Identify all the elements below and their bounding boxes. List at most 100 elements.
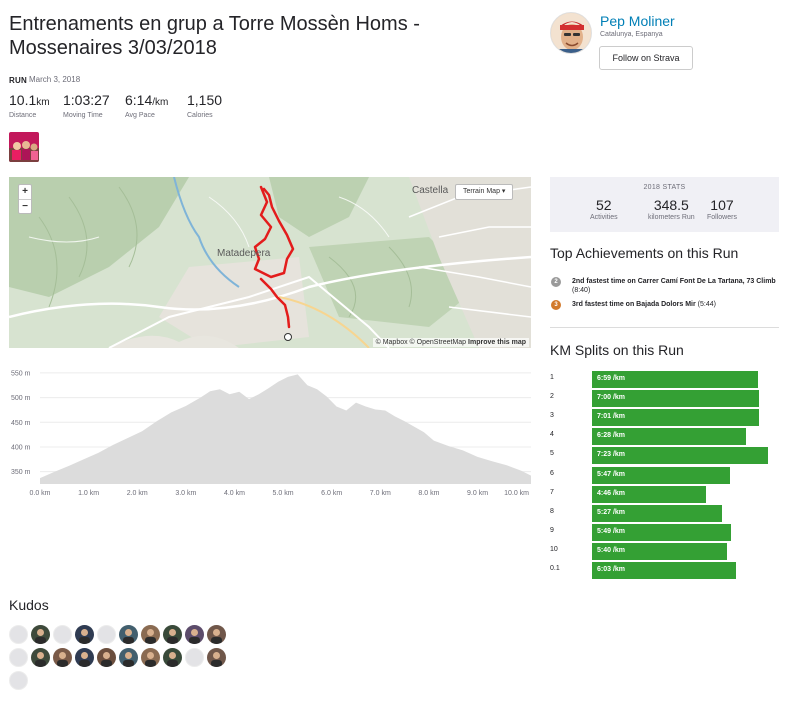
elevation-area — [40, 374, 531, 484]
x-tick-label: 6.0 km — [321, 490, 342, 497]
kudo-avatar[interactable] — [207, 625, 226, 644]
splits-title: KM Splits on this Run — [550, 342, 684, 358]
zoom-in-button[interactable]: + — [19, 185, 31, 199]
split-row: 7 4:46 /km — [550, 485, 779, 503]
zoom-controls: + − — [18, 184, 32, 214]
kudo-avatar[interactable] — [31, 625, 50, 644]
achievement-time: (5:44) — [697, 301, 716, 308]
kudo-avatar[interactable] — [97, 648, 116, 667]
split-pace: 7:23 /km — [597, 451, 626, 459]
athlete-avatar[interactable] — [550, 12, 592, 54]
split-row: 8 5:27 /km — [550, 504, 779, 522]
athlete-location: Catalunya, Espanya — [600, 31, 663, 38]
kudo-avatar[interactable] — [53, 648, 72, 667]
terrain-map-dropdown[interactable]: Terrain Map ▾ — [455, 184, 514, 200]
split-pace: 5:49 /km — [597, 527, 626, 535]
y-tick-label: 350 m — [11, 469, 31, 476]
split-km: 2 — [550, 393, 554, 401]
kudo-avatar[interactable] — [141, 625, 160, 644]
x-tick-label: 1.0 km — [78, 490, 99, 497]
stat-value: 10.1 — [9, 92, 37, 108]
stat-label: Avg Pace — [125, 112, 155, 119]
year-stat-followers: 107 Followers — [707, 197, 737, 221]
athlete-name-link[interactable]: Pep Moliner — [600, 13, 675, 29]
kudo-avatar[interactable] — [119, 648, 138, 667]
split-km: 0.1 — [550, 565, 560, 572]
achievements-title: Top Achievements on this Run — [550, 245, 739, 261]
kudo-avatar[interactable] — [119, 625, 138, 644]
kudo-avatar[interactable] — [9, 625, 28, 644]
y-tick-label: 550 m — [11, 370, 31, 377]
split-pace: 6:28 /km — [597, 432, 626, 440]
activity-date: March 3, 2018 — [29, 75, 81, 84]
x-tick-label: 10.0 km — [504, 490, 529, 497]
split-km: 8 — [550, 507, 554, 515]
x-tick-label: 0.0 km — [29, 490, 50, 497]
split-km: 10 — [550, 545, 558, 553]
kudo-avatar[interactable] — [9, 648, 28, 667]
achievement-text[interactable]: 3rd fastest time on Bajada Dolors Mir — [572, 301, 696, 308]
split-row: 9 5:49 /km — [550, 523, 779, 541]
kudo-avatar[interactable] — [141, 648, 160, 667]
kudo-avatar[interactable] — [185, 648, 204, 667]
stat-label: Distance — [9, 112, 37, 119]
y-tick-label: 450 m — [11, 420, 31, 427]
stat-avg-pace: 6:14/km Avg Pace — [125, 92, 168, 119]
kudo-avatar[interactable] — [75, 625, 94, 644]
zoom-out-button[interactable]: − — [19, 199, 31, 213]
split-pace: 6:03 /km — [597, 566, 626, 573]
elevation-chart[interactable]: 350 m 400 m 450 m 500 m 550 m 0.0 km 1.0 km 2.0… — [9, 362, 533, 500]
split-pace: 7:01 /km — [597, 413, 626, 421]
kudo-avatar[interactable] — [75, 648, 94, 667]
split-row: 4 6:28 /km — [550, 428, 779, 446]
x-tick-label: 3.0 km — [175, 490, 196, 497]
stat-moving-time: 1:03:27 Moving Time — [63, 92, 110, 119]
x-tick-label: 9.0 km — [467, 490, 488, 497]
split-km: 1 — [550, 374, 554, 381]
caret-down-icon: ▾ — [501, 188, 506, 195]
year-stats-card: 2018 STATS 52 Activities 348.5 kilometer… — [550, 177, 779, 232]
kudo-avatar[interactable] — [9, 671, 28, 690]
follow-button[interactable]: Follow on Strava — [599, 46, 693, 70]
split-km: 7 — [550, 488, 554, 496]
stat-label: Moving Time — [63, 112, 103, 119]
terrain-map-label: Terrain Map — [463, 188, 500, 195]
activity-photo[interactable] — [9, 132, 39, 162]
silver-medal-icon: 2 — [551, 277, 561, 287]
kudo-avatar[interactable] — [163, 648, 182, 667]
split-pace: 5:40 /km — [597, 546, 626, 554]
x-tick-label: 4.0 km — [224, 490, 245, 497]
route-map[interactable]: Castella Matadepera + − Terrain Map ▾ © … — [9, 177, 531, 348]
year-stat-value: 348.5 — [653, 197, 689, 213]
y-tick-label: 500 m — [11, 395, 31, 402]
year-stat-label: Followers — [707, 214, 737, 221]
kudo-avatar[interactable] — [53, 625, 72, 644]
split-row: 5 7:23 /km — [550, 447, 779, 465]
split-row: 1 6:59 /km — [550, 371, 779, 388]
kudo-avatar[interactable] — [97, 625, 116, 644]
activity-title: Entrenaments en grup a Torre Mossèn Homs… — [9, 13, 420, 59]
year-stat-label: kilometers Run — [648, 214, 695, 221]
year-stat-distance: 348.5 kilometers Run — [648, 197, 695, 221]
kudo-avatar[interactable] — [31, 648, 50, 667]
kudo-avatar[interactable] — [207, 648, 226, 667]
achievement-time: (8:40) — [572, 287, 591, 294]
year-stat-value: 107 — [710, 197, 734, 213]
achievement-text[interactable]: 2nd fastest time on Carrer Camí Font De … — [572, 278, 776, 285]
year-stat-label: Activities — [590, 214, 618, 221]
split-pace: 6:59 /km — [597, 375, 626, 382]
split-row: 0.1 6:03 /km — [550, 562, 779, 579]
x-tick-label: 8.0 km — [418, 490, 439, 497]
bronze-medal-icon: 3 — [551, 300, 561, 310]
kudo-avatar[interactable] — [185, 625, 204, 644]
map-terrain — [9, 177, 531, 348]
split-km: 4 — [550, 431, 554, 439]
stat-value: 6:14 — [125, 92, 153, 108]
split-pace: 5:27 /km — [597, 508, 626, 516]
x-tick-label: 5.0 km — [273, 490, 294, 497]
kudo-avatar[interactable] — [163, 625, 182, 644]
stat-unit: km — [36, 97, 50, 108]
x-tick-label: 7.0 km — [370, 490, 391, 497]
improve-map-link[interactable]: Improve this map — [468, 339, 526, 346]
split-km: 3 — [550, 412, 554, 420]
